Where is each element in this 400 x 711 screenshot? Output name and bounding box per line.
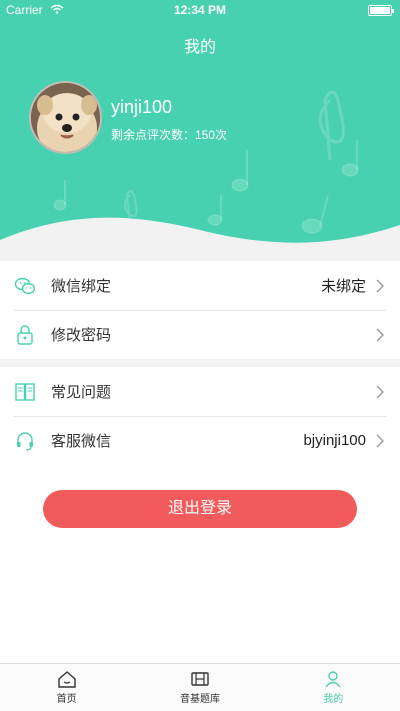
avatar[interactable]	[29, 81, 102, 154]
customer-service-row[interactable]: 客服微信 bjyinji100	[0, 416, 400, 465]
page-title: 我的	[183, 39, 216, 56]
tab-question-bank-label: 音基题库	[179, 694, 220, 705]
support-section: 常见问题 客服微信 bjyinji100	[0, 367, 400, 465]
tab-question-bank[interactable]: 音基题库	[133, 664, 266, 711]
status-bar: Carrier 12:34 PM	[0, 0, 400, 20]
wechat-binding-row[interactable]: 微信绑定 未绑定	[0, 261, 400, 310]
lock-icon	[14, 324, 36, 346]
profile-icon	[325, 671, 341, 688]
battery-icon	[368, 5, 394, 16]
tab-profile[interactable]: 我的	[267, 664, 400, 711]
faq-row[interactable]: 常见问题	[0, 367, 400, 416]
question-bank-icon	[191, 672, 209, 686]
header-wave	[0, 217, 400, 255]
wechat-icon	[14, 275, 36, 297]
tab-home[interactable]: 首页	[0, 664, 133, 711]
username: yinji100	[111, 97, 173, 117]
headset-icon	[14, 430, 36, 452]
home-icon	[57, 671, 76, 688]
change-password-label: 修改密码	[51, 327, 112, 344]
chevron-right-icon	[376, 328, 384, 341]
customer-service-label: 客服微信	[51, 433, 112, 450]
account-settings-section: 微信绑定 未绑定 修改密码	[0, 261, 400, 359]
book-icon	[14, 381, 36, 403]
chevron-right-icon	[376, 279, 384, 292]
customer-service-value: bjyinji100	[303, 432, 366, 449]
wechat-binding-label: 微信绑定	[51, 278, 112, 295]
logout-button[interactable]: 退出登录	[43, 490, 357, 528]
change-password-row[interactable]: 修改密码	[0, 310, 400, 359]
chevron-right-icon	[376, 434, 384, 447]
chevron-right-icon	[376, 385, 384, 398]
tab-bar: 首页 音基题库 我的	[0, 663, 400, 711]
remaining-reviews: 剩余点评次数：150次	[111, 128, 228, 142]
tab-home-label: 首页	[56, 694, 77, 705]
tab-profile-label: 我的	[323, 694, 344, 705]
status-time: 12:34 PM	[173, 3, 227, 17]
faq-label: 常见问题	[51, 384, 112, 401]
wechat-binding-value: 未绑定	[320, 278, 366, 295]
